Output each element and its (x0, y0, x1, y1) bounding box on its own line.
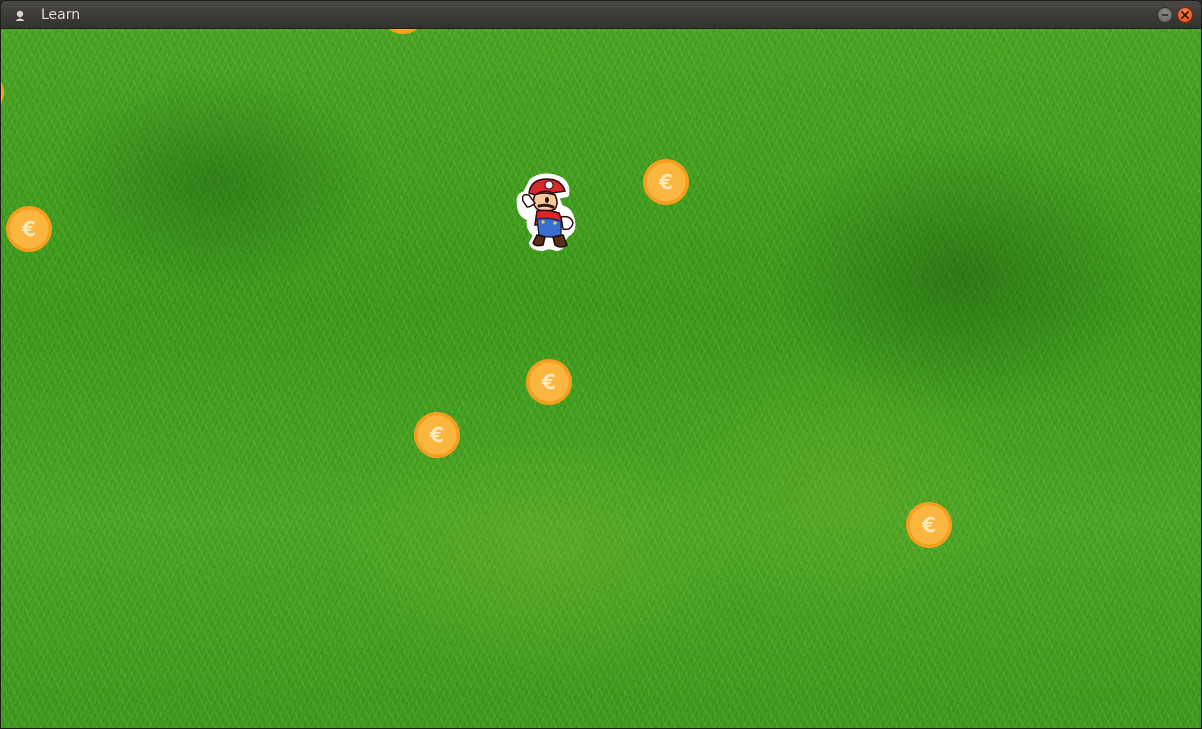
coin-icon (1, 81, 4, 105)
coin-icon: € (643, 159, 689, 205)
title-bar[interactable]: Learn (1, 1, 1201, 29)
euro-symbol: € (658, 170, 673, 194)
window-title: Learn (41, 7, 81, 23)
euro-symbol: € (541, 370, 556, 394)
app-window: Learn € € € € € (0, 0, 1202, 729)
close-icon (1181, 11, 1189, 19)
coin-icon: € (906, 502, 952, 548)
euro-symbol: € (429, 423, 444, 447)
euro-symbol: € (21, 217, 36, 241)
minimize-button[interactable] (1157, 7, 1173, 23)
coin-icon: € (526, 359, 572, 405)
euro-symbol: € (921, 513, 936, 537)
coin-icon: € (414, 412, 460, 458)
close-button[interactable] (1177, 7, 1193, 23)
coin-icon: € (6, 206, 52, 252)
game-canvas[interactable]: € € € € € (1, 29, 1201, 728)
mario-sprite[interactable] (513, 173, 579, 253)
app-icon (15, 10, 25, 21)
coin-icon (388, 29, 418, 34)
